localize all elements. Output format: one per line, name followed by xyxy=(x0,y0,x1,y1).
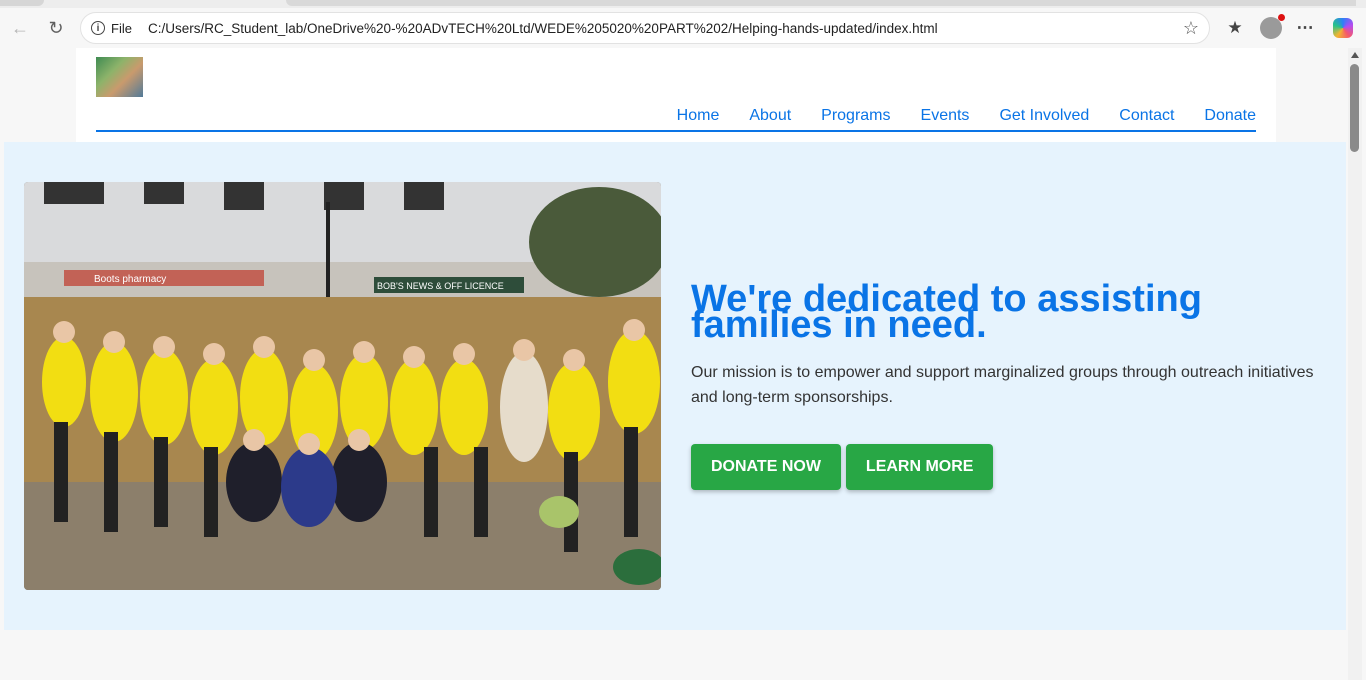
nav-contact[interactable]: Contact xyxy=(1119,106,1174,126)
url-text[interactable]: C:/Users/RC_Student_lab/OneDrive%20-%20A… xyxy=(148,21,938,36)
active-tab[interactable] xyxy=(0,0,44,6)
nav-events[interactable]: Events xyxy=(921,106,970,126)
profile-icon[interactable] xyxy=(1258,14,1285,42)
copilot-icon[interactable] xyxy=(1330,14,1356,42)
page-scrollbar[interactable] xyxy=(1348,48,1362,680)
hero-heading: We're dedicated to assisting families in… xyxy=(691,278,1202,346)
hero-photo: Boots pharmacy BOB'S NEWS & OFF LICENCE xyxy=(24,182,661,590)
donate-now-button[interactable]: DONATE NOW xyxy=(691,444,841,490)
cta-row: DONATE NOW LEARN MORE xyxy=(691,444,1331,490)
tab-strip xyxy=(0,0,1366,8)
site-header: Home About Programs Events Get Involved … xyxy=(76,48,1276,142)
address-bar[interactable]: i File C:/Users/RC_Student_lab/OneDrive%… xyxy=(80,12,1210,44)
hero-section: Boots pharmacy BOB'S NEWS & OFF LICENCE xyxy=(4,142,1346,630)
favorites-icon[interactable]: ★ xyxy=(1222,14,1248,42)
nav-get-involved[interactable]: Get Involved xyxy=(999,106,1089,126)
scroll-thumb[interactable] xyxy=(1350,64,1359,152)
photo-sign-left: Boots pharmacy xyxy=(94,274,166,285)
inactive-tab[interactable] xyxy=(286,0,1356,6)
main-nav: Home About Programs Events Get Involved … xyxy=(96,106,1256,132)
nav-about[interactable]: About xyxy=(749,106,791,126)
photo-sign-right: BOB'S NEWS & OFF LICENCE xyxy=(377,281,504,291)
reload-icon[interactable]: ↻ xyxy=(42,14,70,42)
hero-text: We're dedicated to assisting families in… xyxy=(691,280,1331,490)
scroll-up-icon[interactable] xyxy=(1351,52,1359,58)
nav-home[interactable]: Home xyxy=(677,106,720,126)
back-icon[interactable]: ← xyxy=(6,14,34,42)
info-icon[interactable]: i xyxy=(91,21,105,35)
browser-toolbar: ← ↻ i File C:/Users/RC_Student_lab/OneDr… xyxy=(0,8,1366,48)
learn-more-button[interactable]: LEARN MORE xyxy=(845,444,994,490)
nav-programs[interactable]: Programs xyxy=(821,106,890,126)
scheme-label: File xyxy=(111,20,132,36)
site-logo[interactable] xyxy=(96,57,143,97)
hero-mission: Our mission is to empower and support ma… xyxy=(691,364,1314,406)
page-viewport: Home About Programs Events Get Involved … xyxy=(4,48,1346,680)
star-icon[interactable]: ☆ xyxy=(1183,18,1199,39)
nav-donate[interactable]: Donate xyxy=(1204,106,1256,126)
more-icon[interactable]: ⋯ xyxy=(1292,14,1318,42)
